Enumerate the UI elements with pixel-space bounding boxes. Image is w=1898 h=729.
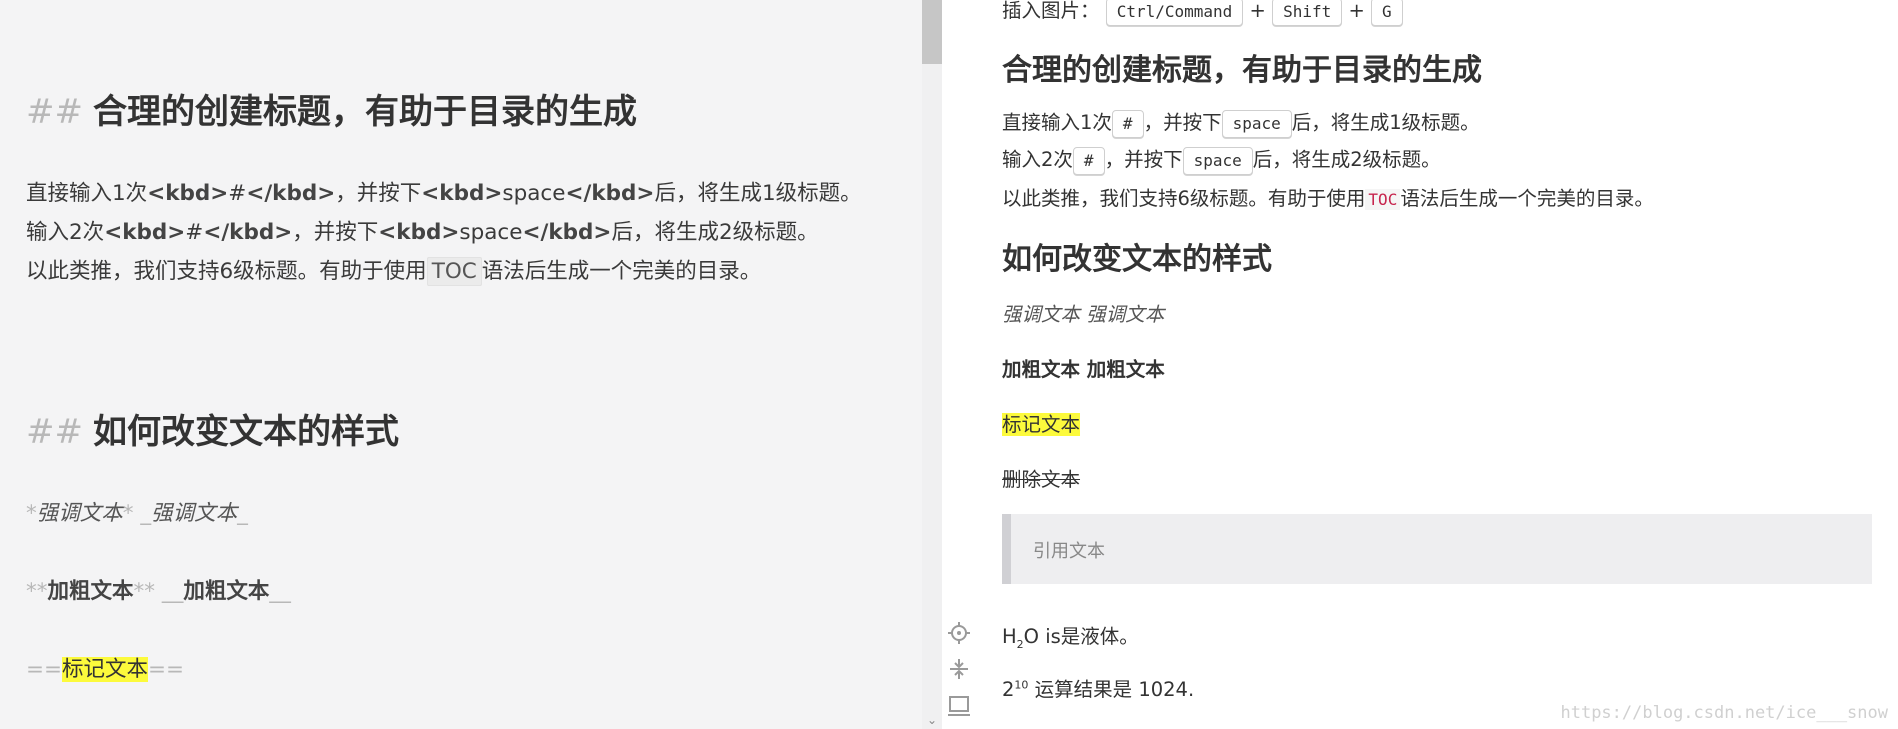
- editor-scrollbar[interactable]: ⌄: [922, 0, 942, 729]
- kbd-key: Ctrl/Command: [1105, 0, 1244, 26]
- preview-bold: 加粗文本 加粗文本: [1002, 358, 1165, 381]
- blockquote-text: 引用文本: [1033, 541, 1105, 562]
- inline-code: TOC: [1365, 189, 1401, 210]
- kbd-key: Shift: [1272, 0, 1343, 26]
- kbd-key: space: [1182, 146, 1253, 175]
- heading-text: 如何改变文本的样式: [92, 412, 399, 452]
- preview-blockquote: 引用文本: [1002, 514, 1872, 584]
- preview-strikethrough: 删除文本: [1002, 468, 1081, 491]
- heading-marker: ##: [26, 92, 83, 132]
- preview-heading-toc: 合理的创建标题，有助于目录的生成: [1002, 53, 1482, 88]
- preview-paragraph-1: 直接输入1次 # ，并按下 space 后，将生成1级标题。: [1002, 106, 1480, 138]
- kbd-key: #: [1111, 109, 1144, 138]
- preview-subscript-line: H2O is是液体。: [1002, 625, 1139, 651]
- preview-mark: 标记文本: [1002, 413, 1081, 436]
- editor-heading-style: ## 如何改变文本的样式: [26, 404, 399, 453]
- editor-line-1: 直接输入1次<kbd>#</kbd>，并按下<kbd>space</kbd>后，…: [26, 181, 862, 206]
- watermark: https://blog.csdn.net/ice___snow: [1560, 703, 1888, 723]
- preview-superscript-line: 210 运算结果是 1024.: [1002, 678, 1195, 701]
- chevron-down-icon[interactable]: ⌄: [924, 713, 940, 727]
- editor-heading-toc: ## 合理的创建标题，有助于目录的生成: [26, 84, 637, 133]
- preview-paragraph-2: 输入2次 # ，并按下 space 后，将生成2级标题。: [1002, 143, 1441, 175]
- markdown-editor[interactable]: ## 合理的创建标题，有助于目录的生成 直接输入1次<kbd>#</kbd>，并按…: [0, 0, 922, 729]
- preview-paragraph-3: 以此类推，我们支持6级标题。有助于使用 TOC 语法后生成一个完美的目录。: [1002, 187, 1654, 210]
- heading-marker: ##: [26, 412, 83, 452]
- preview-heading-style: 如何改变文本的样式: [1002, 242, 1272, 277]
- editor-bold-line: **加粗文本** __加粗文本__: [26, 579, 291, 604]
- inline-code: TOC: [426, 257, 482, 286]
- editor-line-3: 以此类推，我们支持6级标题。有助于使用 TOC 语法后生成一个完美的目录。: [26, 257, 762, 286]
- kbd-key: space: [1221, 109, 1292, 138]
- markdown-preview: 插入图片： Ctrl/Command + Shift + G 合理的创建标题，有…: [942, 0, 1898, 729]
- preview-insert-image-line: 插入图片： Ctrl/Command + Shift + G: [1002, 0, 1403, 26]
- editor-line-2: 输入2次<kbd>#</kbd>，并按下<kbd>space</kbd>后，将生…: [26, 220, 819, 245]
- editor-emphasis-line: *强调文本* _强调文本_: [26, 501, 248, 526]
- scrollbar-thumb[interactable]: [922, 0, 942, 64]
- kbd-key: #: [1072, 146, 1105, 175]
- preview-emphasis: 强调文本 强调文本: [1002, 303, 1165, 326]
- kbd-key: G: [1370, 0, 1403, 26]
- heading-text: 合理的创建标题，有助于目录的生成: [92, 92, 637, 132]
- editor-mark-line: ==标记文本==: [26, 657, 185, 682]
